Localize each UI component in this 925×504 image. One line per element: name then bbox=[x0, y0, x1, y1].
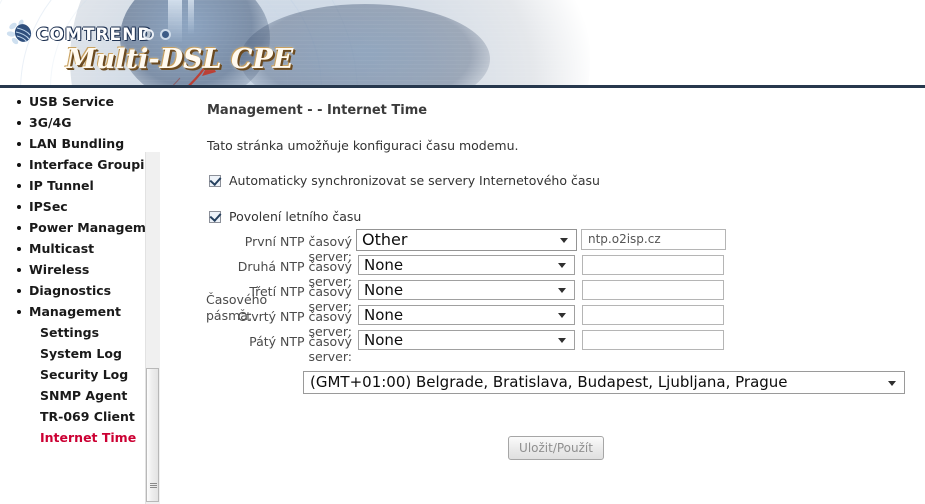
ntp-server-4-selected-value: None bbox=[364, 306, 404, 324]
sidebar-item-multicast[interactable]: Multicast bbox=[0, 238, 163, 259]
ntp-server-5-select[interactable]: None bbox=[358, 330, 575, 350]
bullet-icon bbox=[17, 226, 21, 230]
ntp-server-3-selected-value: None bbox=[364, 281, 404, 299]
main-content-panel: Management - - Internet Time Tato stránk… bbox=[163, 88, 925, 504]
sidebar-item-tr-069-client[interactable]: TR-069 Client bbox=[0, 406, 163, 427]
bullet-icon bbox=[17, 310, 21, 314]
sidebar-scrollbar-thumb[interactable] bbox=[146, 368, 159, 502]
chevron-down-icon bbox=[558, 313, 566, 318]
bullet-icon bbox=[17, 163, 21, 167]
ntp-server-5-label: Pátý NTP časový server: bbox=[249, 334, 352, 364]
sidebar-item-label: Interface Groupin bbox=[29, 157, 154, 172]
sidebar-item-ipsec[interactable]: IPSec bbox=[0, 196, 163, 217]
sidebar-item-management[interactable]: Management bbox=[0, 301, 163, 322]
site-banner: COMTREND Multi-DSL CPE bbox=[0, 0, 925, 88]
sidebar-item-interface-groupin[interactable]: Interface Groupin bbox=[0, 154, 163, 175]
sidebar-item-label: Multicast bbox=[29, 241, 95, 256]
save-apply-button[interactable]: Uložit/Použít bbox=[508, 436, 604, 460]
timezone-label-line1: Časového bbox=[206, 292, 268, 307]
chevron-down-icon bbox=[558, 288, 566, 293]
sidebar-item-list: USB Service 3G/4G LAN Bundling Interface Gr… bbox=[0, 91, 163, 448]
sidebar-item-security-log[interactable]: Security Log bbox=[0, 364, 163, 385]
ntp-server-4-input[interactable] bbox=[582, 305, 724, 325]
chevron-down-icon bbox=[558, 338, 566, 343]
ntp-server-1-selected-value: Other bbox=[362, 230, 408, 249]
bullet-icon bbox=[17, 289, 21, 293]
timezone-select[interactable]: (GMT+01:00) Belgrade, Bratislava, Budape… bbox=[303, 371, 905, 394]
ntp-server-5-selected-value: None bbox=[364, 331, 404, 349]
sidebar-item-ip-tunnel[interactable]: IP Tunnel bbox=[0, 175, 163, 196]
bullet-icon bbox=[17, 268, 21, 272]
check-icon bbox=[209, 209, 222, 223]
ntp-server-1-input[interactable]: ntp.o2isp.cz bbox=[581, 229, 726, 250]
auto-sync-checkbox-row[interactable]: Automaticky synchronizovat se servery In… bbox=[209, 173, 600, 188]
ntp-server-5-input[interactable] bbox=[582, 330, 724, 350]
sidebar-item-label: Power Manageme bbox=[29, 220, 155, 235]
sidebar-item-internet-time[interactable]: Internet Time bbox=[0, 427, 163, 448]
bullet-icon bbox=[17, 121, 21, 125]
brand-name: COMTREND bbox=[36, 25, 153, 45]
sidebar-item-label: Settings bbox=[40, 325, 100, 340]
sidebar-item-label: USB Service bbox=[29, 94, 114, 109]
sidebar-item-settings[interactable]: Settings bbox=[0, 322, 163, 343]
dst-checkbox-row[interactable]: Povolení letního času bbox=[209, 209, 361, 224]
timezone-label: Časového pásma: bbox=[206, 292, 296, 324]
ntp-server-3-input[interactable] bbox=[582, 280, 724, 300]
ntp-server-4-select[interactable]: None bbox=[358, 305, 575, 325]
ntp-server-1-value: ntp.o2isp.cz bbox=[588, 232, 661, 246]
banner-dot-1 bbox=[143, 29, 154, 40]
dst-checkbox[interactable] bbox=[209, 209, 222, 223]
timezone-label-line2: pásma: bbox=[206, 308, 253, 323]
sidebar-item-system-log[interactable]: System Log bbox=[0, 343, 163, 364]
ntp-server-1-select[interactable]: Other bbox=[356, 229, 577, 251]
sidebar-item-power-manageme[interactable]: Power Manageme bbox=[0, 217, 163, 238]
bullet-icon bbox=[17, 247, 21, 251]
bullet-icon bbox=[17, 184, 21, 188]
bullet-icon bbox=[17, 142, 21, 146]
check-icon bbox=[209, 173, 222, 187]
sidebar-item-label: Security Log bbox=[40, 367, 129, 382]
sidebar-item-snmp-agent[interactable]: SNMP Agent bbox=[0, 385, 163, 406]
sidebar-item-wireless[interactable]: Wireless bbox=[0, 259, 163, 280]
scroll-grip-icon bbox=[150, 483, 157, 488]
chevron-down-icon bbox=[560, 238, 568, 243]
sidebar-item-lan-bundling[interactable]: LAN Bundling bbox=[0, 133, 163, 154]
sidebar-item-label: Internet Time bbox=[40, 430, 137, 445]
timezone-selected-value: (GMT+01:00) Belgrade, Bratislava, Budape… bbox=[310, 373, 788, 391]
bullet-icon bbox=[17, 100, 21, 104]
banner-dot-2 bbox=[160, 29, 171, 40]
comtrend-flower-logo-icon bbox=[6, 19, 32, 45]
sidebar-item-label: IP Tunnel bbox=[29, 178, 94, 193]
sidebar-item-label: SNMP Agent bbox=[40, 388, 128, 403]
sidebar-item-usb-service[interactable]: USB Service bbox=[0, 91, 163, 112]
auto-sync-checkbox[interactable] bbox=[209, 173, 222, 187]
sidebar-item-label: TR-069 Client bbox=[40, 409, 135, 424]
page-description: Tato stránka umožňuje konfiguraci času m… bbox=[207, 138, 519, 153]
ntp-server-3-select[interactable]: None bbox=[358, 280, 575, 300]
sidebar-item-diagnostics[interactable]: Diagnostics bbox=[0, 280, 163, 301]
dst-label: Povolení letního času bbox=[229, 209, 362, 224]
ntp-server-2-selected-value: None bbox=[364, 256, 404, 274]
sidebar-item-label: Wireless bbox=[29, 262, 90, 277]
chevron-down-icon bbox=[888, 380, 896, 386]
sidebar-item-label: Management bbox=[29, 304, 122, 319]
sidebar-item-3g-4g[interactable]: 3G/4G bbox=[0, 112, 163, 133]
page-title: Management - - Internet Time bbox=[207, 103, 428, 118]
product-name: Multi-DSL CPE bbox=[66, 44, 294, 75]
chevron-down-icon bbox=[558, 263, 566, 268]
sidebar-item-label: 3G/4G bbox=[29, 115, 72, 130]
ntp-server-2-select[interactable]: None bbox=[358, 255, 575, 275]
sidebar-item-label: LAN Bundling bbox=[29, 136, 125, 151]
ntp-server-2-input[interactable] bbox=[582, 255, 724, 275]
sidebar-item-label: IPSec bbox=[29, 199, 68, 214]
sidebar-item-label: Diagnostics bbox=[29, 283, 112, 298]
sidebar-item-label: System Log bbox=[40, 346, 122, 361]
bullet-icon bbox=[17, 205, 21, 209]
sidebar-nav: USB Service 3G/4G LAN Bundling Interface Gr… bbox=[0, 91, 163, 504]
auto-sync-label: Automaticky synchronizovat se servery In… bbox=[229, 173, 600, 188]
